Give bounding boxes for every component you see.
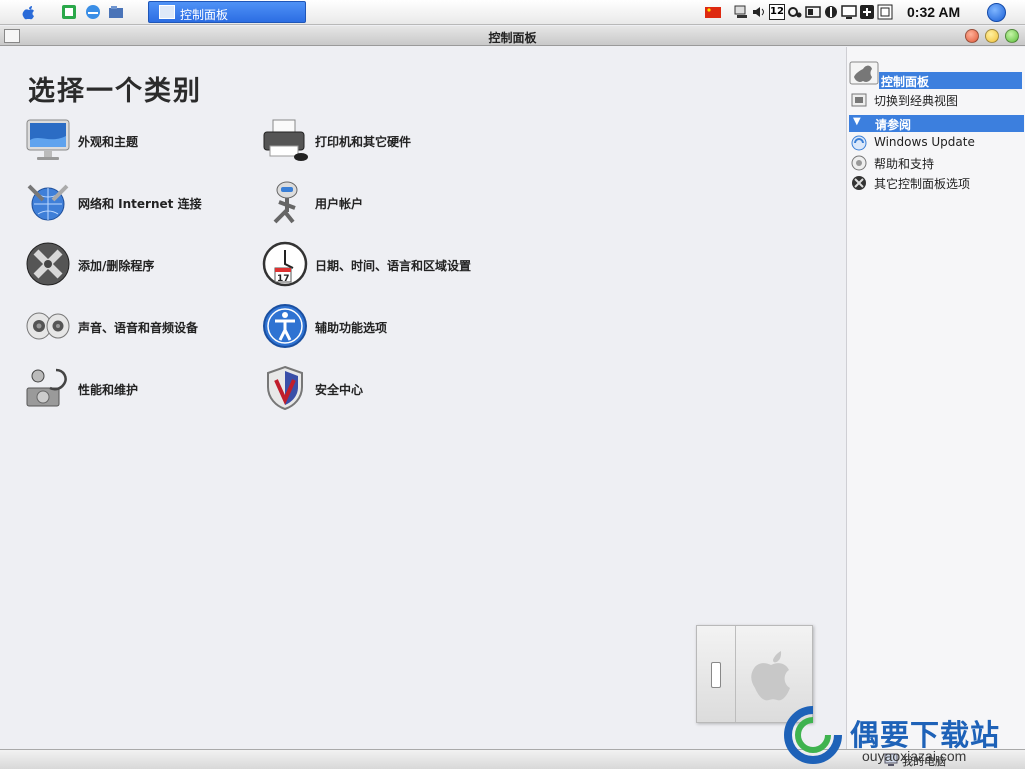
settings-gear-icon[interactable] <box>787 4 803 20</box>
printer-icon <box>263 119 308 161</box>
pane-header-label: 请参阅 <box>875 118 912 132</box>
user-robot-icon <box>273 181 298 224</box>
update-tray-icon[interactable] <box>859 4 875 20</box>
switch-classic-view-label: 切换到经典视图 <box>874 94 959 108</box>
other-options-icon <box>852 176 866 190</box>
network-globe-icon <box>27 184 69 221</box>
collapse-triangle-icon[interactable]: ▼ <box>853 116 861 127</box>
see-also-label: 其它控制面板选项 <box>874 177 971 191</box>
monitor-icon <box>26 119 70 160</box>
category-label: 性能和维护 <box>78 383 139 397</box>
network-tray-icon[interactable] <box>733 4 749 20</box>
accessibility-icon <box>263 304 307 348</box>
page-title: 选择一个类别 <box>28 76 202 107</box>
help-support-icon <box>851 155 867 171</box>
category-label: 辅助功能选项 <box>315 321 388 335</box>
category-label: 网络和 Internet 连接 <box>78 197 202 211</box>
close-button[interactable] <box>965 29 979 43</box>
category-security-center[interactable]: 安全中心 <box>261 364 501 416</box>
clock[interactable]: 0:32 AM <box>907 4 960 20</box>
china-flag-icon <box>705 7 721 18</box>
watermark-url: ouyaoxiazai.com <box>862 748 967 764</box>
minimize-button[interactable] <box>985 29 999 43</box>
stethoscope-drive-icon <box>26 368 67 407</box>
volume-icon[interactable] <box>751 4 767 20</box>
security-tray-icon[interactable] <box>823 4 839 20</box>
category-label: 添加/删除程序 <box>78 259 155 273</box>
category-network-internet[interactable]: 网络和 Internet 连接 <box>24 178 264 230</box>
pane-header-see-also[interactable]: ▼ 请参阅 <box>849 115 1024 132</box>
category-date-time-language[interactable]: 17 日期、时间、语言和区域设置 <box>261 240 501 292</box>
apple-logo-icon <box>751 651 790 701</box>
top-menubar: 控制面板 12 0:32 AM <box>0 0 1025 25</box>
toggle-switch-icon <box>711 662 721 688</box>
watermark-logo-icon <box>784 706 842 764</box>
monitor-tray-icon[interactable] <box>841 4 857 20</box>
add-remove-programs-icon <box>26 242 70 286</box>
category-label: 安全中心 <box>315 383 364 397</box>
svg-text:17: 17 <box>277 274 290 284</box>
pane-header-control-panel: 控制面板 <box>879 72 1022 89</box>
windows-update-icon <box>851 135 867 151</box>
security-shield-icon <box>267 365 303 411</box>
category-label: 外观和主题 <box>78 135 139 149</box>
window-switch-icon[interactable] <box>805 4 821 20</box>
pane-header-label: 控制面板 <box>881 75 930 89</box>
browser-icon[interactable] <box>84 3 102 21</box>
category-label: 打印机和其它硬件 <box>315 135 412 149</box>
spotlight-search-icon[interactable] <box>987 3 1006 22</box>
window-title: 控制面板 <box>488 31 537 45</box>
task-pane: 控制面板 切换到经典视图 ▼ 请参阅 Windows Update 帮助和支持 … <box>846 47 1025 749</box>
taskbar-window-label: 控制面板 <box>180 8 229 22</box>
window-titlebar[interactable]: 控制面板 <box>0 26 1025 46</box>
see-also-label: Windows Update <box>874 135 975 149</box>
category-appearance-themes[interactable]: 外观和主题 <box>24 116 264 168</box>
category-sound-audio[interactable]: 声音、语音和音频设备 <box>24 302 264 354</box>
input-method-icon[interactable] <box>877 4 893 20</box>
clock-calendar-icon: 17 <box>262 241 308 287</box>
taskbar-window-button[interactable]: 控制面板 <box>148 1 306 23</box>
category-performance-maintenance[interactable]: 性能和维护 <box>24 364 264 416</box>
category-label: 用户帐户 <box>315 197 364 211</box>
calendar-tray-icon[interactable]: 12 <box>769 4 785 20</box>
category-user-accounts[interactable]: 用户帐户 <box>261 178 501 230</box>
category-label: 日期、时间、语言和区域设置 <box>315 259 472 273</box>
explorer-icon[interactable] <box>107 3 125 21</box>
maximize-button[interactable] <box>1005 29 1019 43</box>
control-panel-small-icon <box>159 5 175 19</box>
category-label: 声音、语音和音频设备 <box>78 321 199 335</box>
category-add-remove-programs[interactable]: 添加/删除程序 <box>24 240 264 292</box>
category-accessibility[interactable]: 辅助功能选项 <box>261 302 501 354</box>
desktop-icon[interactable] <box>60 3 78 21</box>
see-also-label: 帮助和支持 <box>874 157 935 171</box>
classic-view-icon <box>851 93 867 107</box>
category-printers-hardware[interactable]: 打印机和其它硬件 <box>261 116 501 168</box>
speakers-icon <box>26 312 70 340</box>
category-view: 选择一个类别 外观和主题 网络和 Internet 连接 添加/删除程序 声音、… <box>2 47 846 749</box>
apple-start-icon[interactable] <box>20 3 38 21</box>
control-panel-pane-icon <box>849 61 879 85</box>
